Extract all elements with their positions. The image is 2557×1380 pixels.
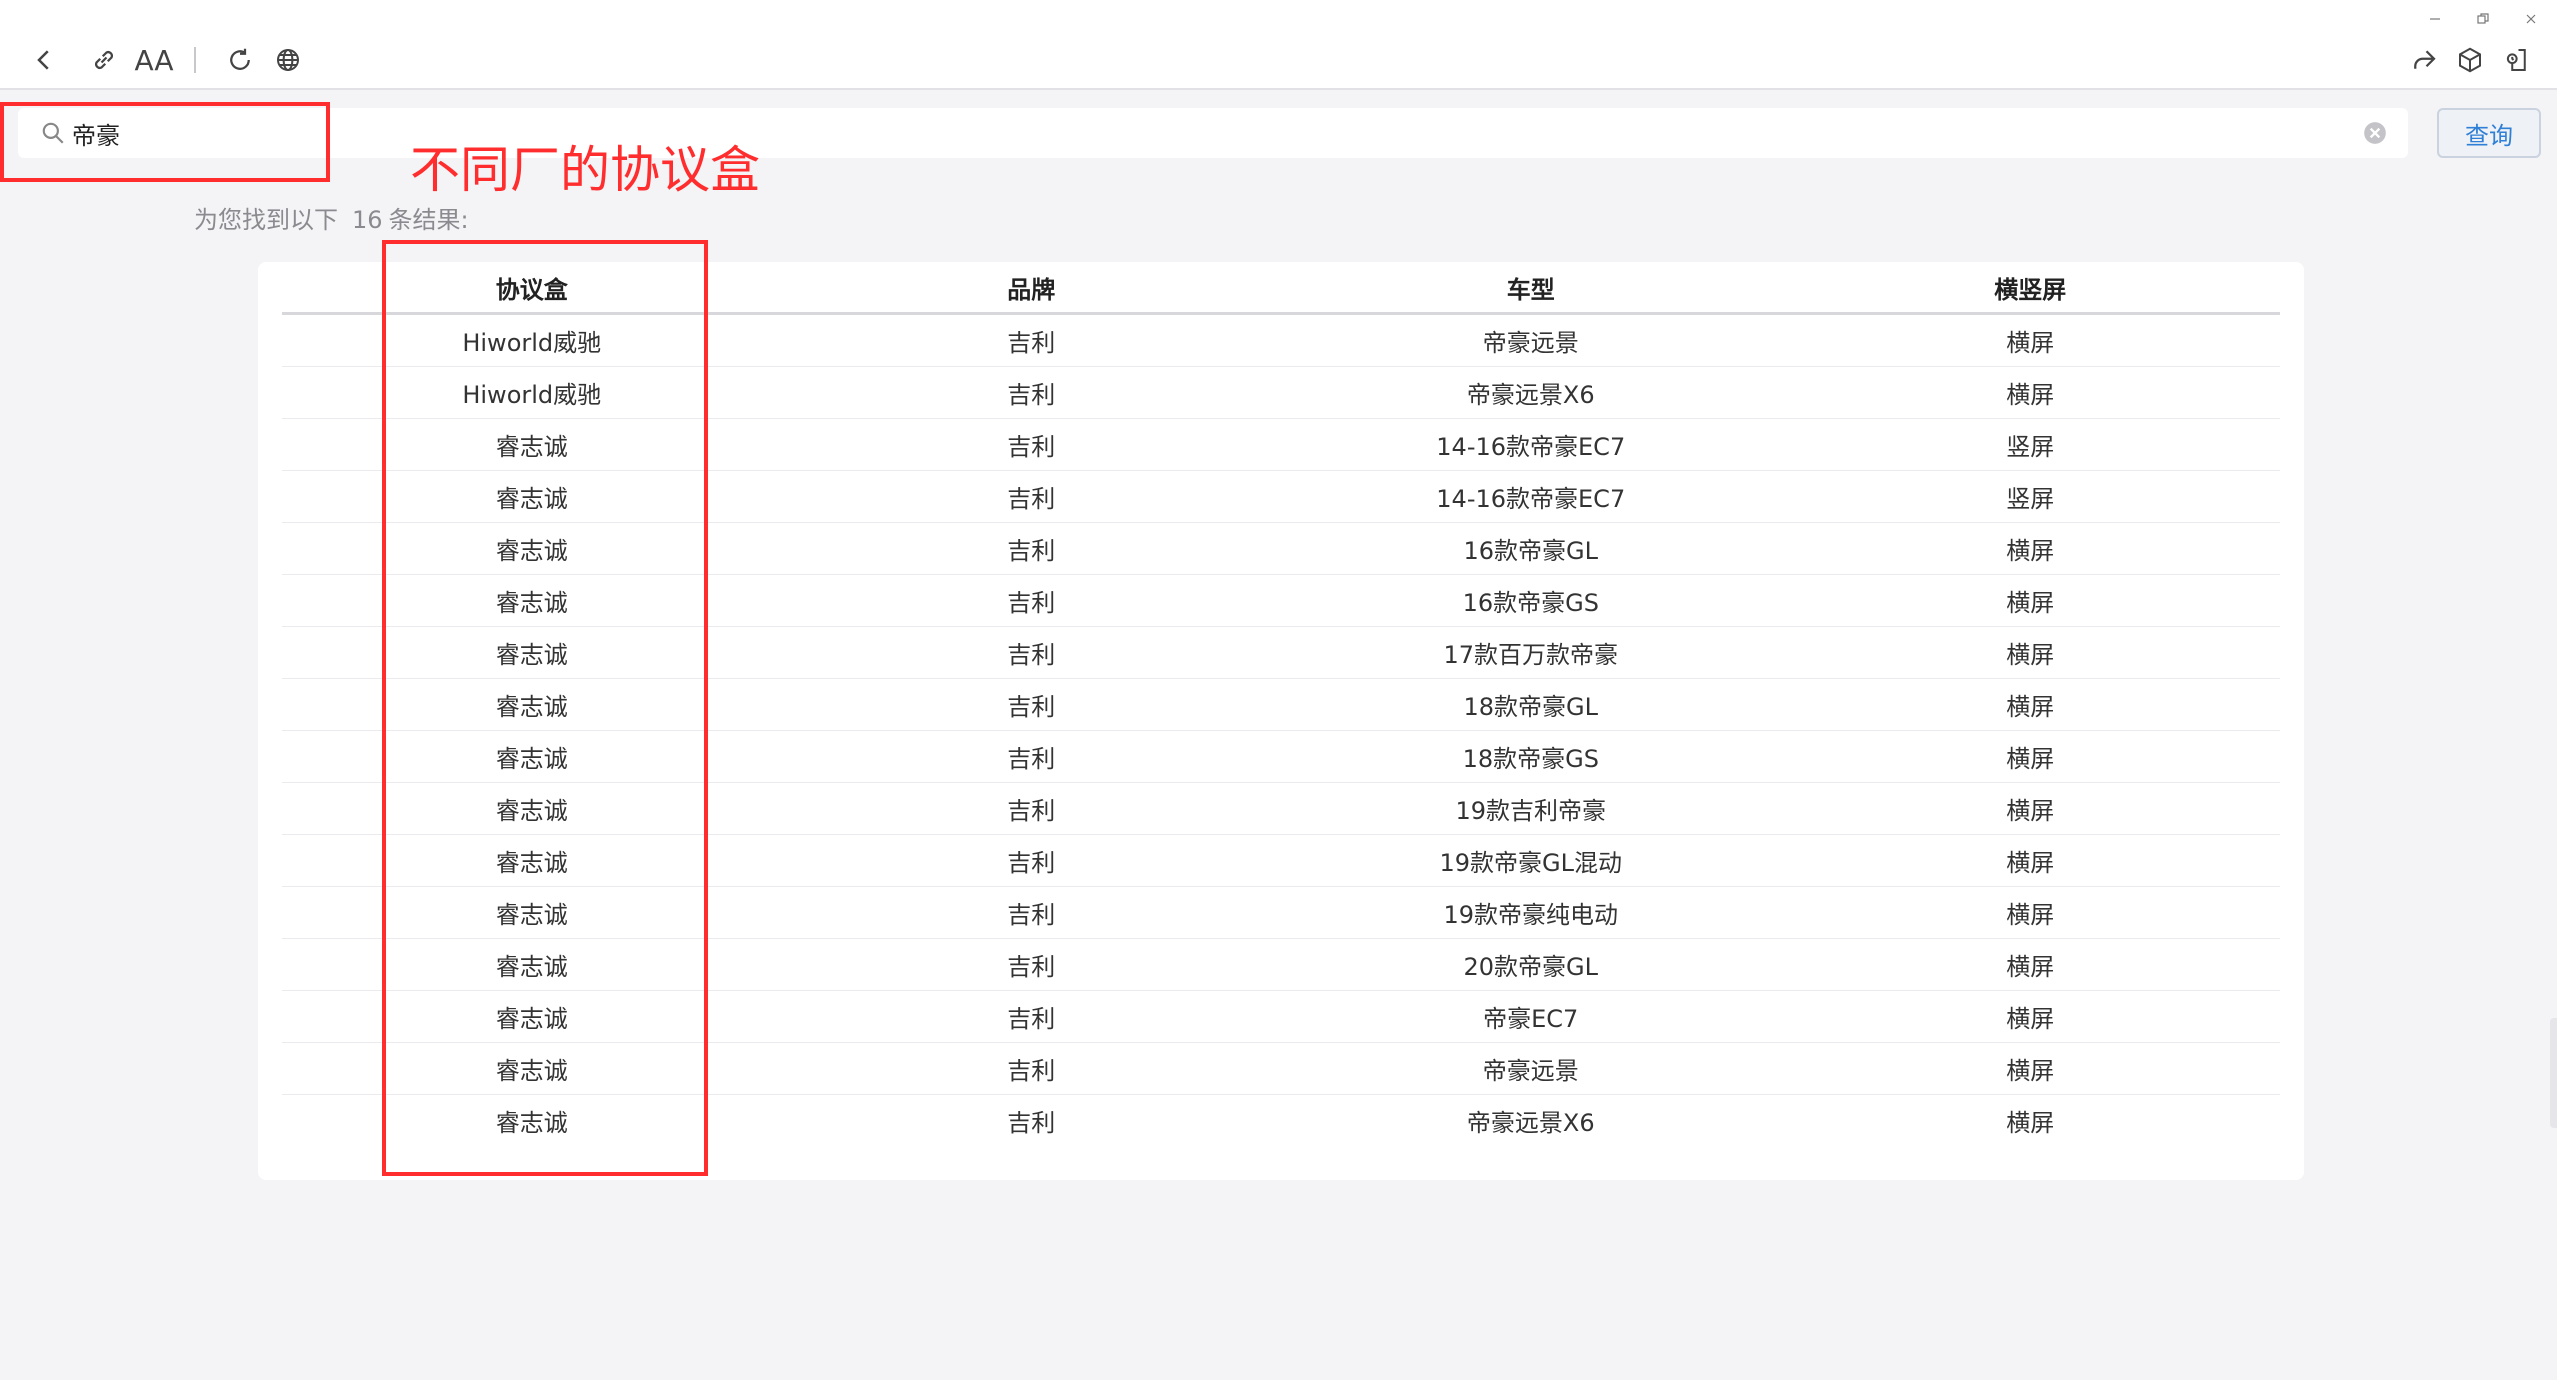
cell-brand: 吉利 xyxy=(781,730,1281,783)
protocol-column-highlight-box xyxy=(382,240,708,1176)
cell-orientation: 横屏 xyxy=(1780,522,2280,575)
close-icon[interactable] xyxy=(2516,4,2546,34)
cell-model: 14-16款帝豪EC7 xyxy=(1281,470,1781,523)
cell-model: 19款帝豪纯电动 xyxy=(1281,886,1781,939)
cell-brand: 吉利 xyxy=(781,938,1281,991)
cell-model: 17款百万款帝豪 xyxy=(1281,626,1781,679)
cell-orientation: 横屏 xyxy=(1780,782,2280,835)
cell-orientation: 横屏 xyxy=(1780,990,2280,1043)
cell-model: 14-16款帝豪EC7 xyxy=(1281,418,1781,471)
cell-model: 帝豪EC7 xyxy=(1281,990,1781,1043)
cell-model: 20款帝豪GL xyxy=(1281,938,1781,991)
cell-orientation: 横屏 xyxy=(1780,366,2280,419)
cell-model: 16款帝豪GL xyxy=(1281,522,1781,575)
column-header-brand: 品牌 xyxy=(781,262,1281,315)
cell-model: 帝豪远景X6 xyxy=(1281,366,1781,419)
cell-orientation: 竖屏 xyxy=(1780,470,2280,523)
clear-search-icon[interactable] xyxy=(2362,120,2388,146)
cell-orientation: 横屏 xyxy=(1780,730,2280,783)
restore-icon[interactable] xyxy=(2468,4,2498,34)
cell-model: 帝豪远景 xyxy=(1281,313,1781,367)
cell-brand: 吉利 xyxy=(781,313,1281,367)
cell-orientation: 竖屏 xyxy=(1780,418,2280,471)
cube-icon[interactable] xyxy=(2450,40,2490,80)
toolbar-divider xyxy=(194,47,196,73)
cell-model: 18款帝豪GS xyxy=(1281,730,1781,783)
cell-brand: 吉利 xyxy=(781,678,1281,731)
cell-brand: 吉利 xyxy=(781,366,1281,419)
link-icon[interactable] xyxy=(84,40,124,80)
minimize-icon[interactable] xyxy=(2420,4,2450,34)
cell-brand: 吉利 xyxy=(781,990,1281,1043)
cell-brand: 吉利 xyxy=(781,470,1281,523)
cell-orientation: 横屏 xyxy=(1780,938,2280,991)
cell-orientation: 横屏 xyxy=(1780,834,2280,887)
refresh-icon[interactable] xyxy=(220,40,260,80)
cell-brand: 吉利 xyxy=(781,418,1281,471)
exit-icon[interactable] xyxy=(2496,40,2536,80)
cell-brand: 吉利 xyxy=(1007,1109,1056,1137)
cell-brand: 吉利 xyxy=(781,886,1281,939)
cell-orientation: 横屏 xyxy=(1780,626,2280,679)
cell-model: 18款帝豪GL xyxy=(1281,678,1781,731)
cell-orientation: 横屏 xyxy=(2006,1109,2055,1137)
top-toolbar: AA xyxy=(0,0,2557,90)
cell-brand: 吉利 xyxy=(781,1042,1281,1095)
result-count-prefix: 为您找到以下 xyxy=(194,206,338,234)
result-count-suffix: 条结果: xyxy=(388,206,469,234)
result-count-number: 16 xyxy=(352,206,383,234)
cell-brand: 吉利 xyxy=(781,834,1281,887)
globe-icon[interactable] xyxy=(268,40,308,80)
cell-orientation: 横屏 xyxy=(1780,1042,2280,1095)
cell-model: 帝豪远景X6 xyxy=(1466,1109,1595,1137)
column-header-orientation: 横竖屏 xyxy=(1780,262,2280,315)
search-bar xyxy=(18,108,2408,158)
cell-orientation: 横屏 xyxy=(1780,574,2280,627)
cell-brand: 吉利 xyxy=(781,626,1281,679)
chevron-left-icon[interactable] xyxy=(24,40,64,80)
share-icon[interactable] xyxy=(2404,40,2444,80)
cell-orientation: 横屏 xyxy=(1780,678,2280,731)
cell-brand: 吉利 xyxy=(781,574,1281,627)
side-panel-handle[interactable] xyxy=(2550,1018,2557,1128)
cell-brand: 吉利 xyxy=(781,782,1281,835)
cell-brand: 吉利 xyxy=(781,522,1281,575)
cell-orientation: 横屏 xyxy=(1780,886,2280,939)
cell-model: 16款帝豪GS xyxy=(1281,574,1781,627)
cell-model: 19款帝豪GL混动 xyxy=(1281,834,1781,887)
column-header-model: 车型 xyxy=(1281,262,1781,315)
query-button[interactable]: 查询 xyxy=(2437,108,2541,158)
search-highlight-box xyxy=(0,102,330,182)
font-size-button[interactable]: AA xyxy=(134,40,174,80)
cell-model: 帝豪远景 xyxy=(1281,1042,1781,1095)
cell-model: 19款吉利帝豪 xyxy=(1281,782,1781,835)
result-count: 为您找到以下 16 条结果: xyxy=(194,200,469,235)
annotation-text: 不同厂的协议盒 xyxy=(410,141,760,199)
font-size-label: AA xyxy=(134,43,174,77)
cell-orientation: 横屏 xyxy=(1780,313,2280,367)
